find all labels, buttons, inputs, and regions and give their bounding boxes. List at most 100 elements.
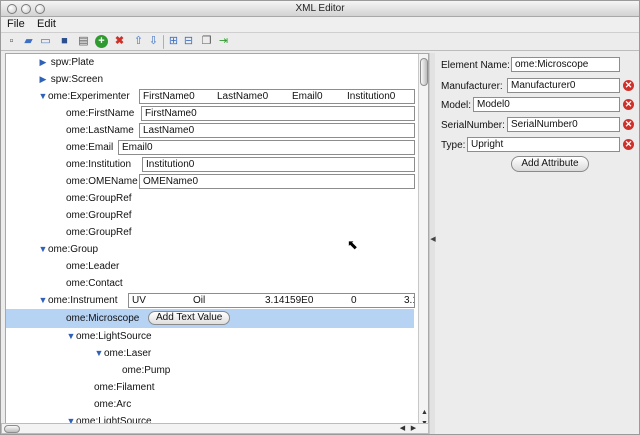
tree-row-lightsource[interactable]: ▼ome:LightSource xyxy=(6,328,414,345)
collapse-arrow-icon[interactable]: ▼ xyxy=(38,88,48,105)
node-label: ome:Email xyxy=(66,142,114,153)
pane-splitter[interactable]: ◀ xyxy=(429,53,436,434)
tree-row-microscope-selected[interactable]: ome:Microscope Add Text Value xyxy=(6,309,414,328)
menu-edit[interactable]: Edit xyxy=(37,18,56,30)
collapse-arrow-icon[interactable]: ▼ xyxy=(38,241,48,258)
serialnumber-field[interactable]: SerialNumber0 xyxy=(507,117,620,132)
node-label: ome:Experimenter xyxy=(48,91,130,102)
tree-row-institution[interactable]: ome:Institution Institution0 xyxy=(6,156,415,173)
node-label: ome:GroupRef xyxy=(66,210,132,221)
splitter-arrow-icon[interactable]: ◀ xyxy=(430,235,436,243)
move-down-icon[interactable]: ⇩ xyxy=(147,35,160,48)
tree-horizontal-scrollbar[interactable]: ◀ ▶ xyxy=(1,423,429,434)
remove-attribute-icon[interactable]: ✕ xyxy=(623,119,634,130)
save-icon[interactable]: ■ xyxy=(58,35,71,48)
attribute-label-manufacturer: Manufacturer: xyxy=(441,81,503,92)
institution-field[interactable]: Institution0 xyxy=(142,157,415,172)
new-file-icon[interactable]: ▫ xyxy=(5,35,18,48)
node-label: ome:LightSource xyxy=(76,331,152,342)
add-icon[interactable]: + xyxy=(95,35,108,48)
tree-row-laser[interactable]: ▼ome:Laser xyxy=(6,345,414,362)
xml-editor-window: XML Editor File Edit ▫ ▰ ▭ ■ ▤ + ✖ ⇧ ⇩ ⊞… xyxy=(0,0,640,435)
scroll-left-arrow-icon[interactable]: ◀ xyxy=(398,424,407,433)
horizontal-scroll-thumb[interactable] xyxy=(4,425,20,433)
tree-row-groupref[interactable]: ome:GroupRef xyxy=(6,207,414,224)
collapse-arrow-icon[interactable]: ▼ xyxy=(38,292,48,309)
lastname-field[interactable]: LastName0 xyxy=(139,123,415,138)
node-label: ome:GroupRef xyxy=(66,193,132,204)
tree-vertical-scrollbar[interactable]: ▲ ▼ xyxy=(418,54,428,430)
mouse-pointer-icon: ⬉ xyxy=(347,237,358,252)
tree-row-screen[interactable]: ▶ spw:Screen xyxy=(6,71,414,88)
scroll-right-arrow-icon[interactable]: ▶ xyxy=(409,424,418,433)
node-label: ome:Filament xyxy=(94,382,155,393)
tree-row-groupref[interactable]: ome:GroupRef xyxy=(6,190,414,207)
move-up-icon[interactable]: ⇧ xyxy=(132,35,145,48)
tree-row-email[interactable]: ome:Email Email0 xyxy=(6,139,415,156)
element-name-field[interactable]: ome:Microscope xyxy=(511,57,620,72)
node-label: ome:Institution xyxy=(66,159,132,170)
value-oil: Oil xyxy=(193,295,206,306)
attribute-label-model: Model: xyxy=(441,100,472,111)
scroll-up-arrow-icon[interactable]: ▲ xyxy=(420,408,428,417)
toolbar: ▫ ▰ ▭ ■ ▤ + ✖ ⇧ ⇩ ⊞ ⊟ ❐ ⇥ xyxy=(1,33,639,51)
vertical-scroll-thumb[interactable] xyxy=(420,58,428,86)
tree-row-instrument[interactable]: ▼ome:Instrument UV Oil 3.14159E0 0 3.1 xyxy=(6,292,415,309)
add-attribute-button[interactable]: Add Attribute xyxy=(511,156,589,172)
type-field[interactable]: Upright xyxy=(467,137,620,152)
node-label: spw:Screen xyxy=(50,74,104,85)
tree-row-arc[interactable]: ome:Arc xyxy=(6,396,414,413)
open-folder-icon[interactable]: ▰ xyxy=(22,35,35,48)
manufacturer-field[interactable]: Manufacturer0 xyxy=(507,78,620,93)
merge-icon[interactable]: ⊞ xyxy=(167,35,180,48)
collapse-arrow-icon[interactable]: ▼ xyxy=(94,345,104,362)
add-text-value-button[interactable]: Add Text Value xyxy=(148,311,231,325)
tree-row-filament[interactable]: ome:Filament xyxy=(6,379,414,396)
attribute-label-serialnumber: SerialNumber: xyxy=(441,120,505,131)
omename-field[interactable]: OMEName0 xyxy=(139,174,415,189)
split-icon[interactable]: ⊟ xyxy=(182,35,195,48)
tree-row-lastname[interactable]: ome:LastName LastName0 xyxy=(6,122,415,139)
copy-icon[interactable]: ❐ xyxy=(200,35,213,48)
toolbar-separator xyxy=(163,35,164,49)
firstname-field[interactable]: FirstName0 xyxy=(141,106,415,121)
export-icon[interactable]: ⇥ xyxy=(217,35,230,48)
expand-arrow-icon[interactable]: ▶ xyxy=(38,54,48,71)
tree-row-pump[interactable]: ome:Pump xyxy=(6,362,414,379)
remove-icon[interactable]: ✖ xyxy=(113,35,126,48)
model-field[interactable]: Model0 xyxy=(473,97,620,112)
node-label: ome:Laser xyxy=(104,348,152,359)
value-zero: 0 xyxy=(351,295,357,306)
tree-row-omename[interactable]: ome:OMEName OMEName0 xyxy=(6,173,415,190)
value-email: Email0 xyxy=(292,91,323,102)
node-label: ome:Contact xyxy=(66,278,123,289)
attribute-label-type: Type: xyxy=(441,140,466,151)
remove-attribute-icon[interactable]: ✕ xyxy=(623,139,634,150)
window-title: XML Editor xyxy=(295,3,345,14)
node-label: ome:Arc xyxy=(94,399,132,410)
value-institution: Institution0 xyxy=(347,91,396,102)
open-icon[interactable]: ▭ xyxy=(39,35,52,48)
node-label: ome:FirstName xyxy=(66,108,135,119)
remove-attribute-icon[interactable]: ✕ xyxy=(623,80,634,91)
tree-row-leader[interactable]: ome:Leader xyxy=(6,258,414,275)
tree-row-plate[interactable]: ▶ spw:Plate xyxy=(6,54,414,71)
tree-row-contact[interactable]: ome:Contact xyxy=(6,275,414,292)
instrument-values-field[interactable]: UV Oil 3.14159E0 0 3.1 xyxy=(128,293,415,308)
zoom-window-icon[interactable] xyxy=(35,4,45,14)
value-firstname: FirstName0 xyxy=(143,91,195,102)
node-label: ome:Leader xyxy=(66,261,120,272)
close-window-icon[interactable] xyxy=(7,4,17,14)
collapse-arrow-icon[interactable]: ▼ xyxy=(66,328,76,345)
experimenter-values-field[interactable]: FirstName0 LastName0 Email0 Institution0 xyxy=(139,89,415,104)
email-field[interactable]: Email0 xyxy=(118,140,415,155)
expand-arrow-icon[interactable]: ▶ xyxy=(38,71,48,88)
tree-row-firstname[interactable]: ome:FirstName FirstName0 xyxy=(6,105,415,122)
remove-attribute-icon[interactable]: ✕ xyxy=(623,99,634,110)
print-icon[interactable]: ▤ xyxy=(77,35,90,48)
menu-file[interactable]: File xyxy=(7,18,25,30)
tree-row-experimenter[interactable]: ▼ome:Experimenter FirstName0 LastName0 E… xyxy=(6,88,415,105)
minimize-window-icon[interactable] xyxy=(21,4,31,14)
xml-tree-pane[interactable]: ▶ spw:Plate ▶ spw:Screen ▼ome:Experiment… xyxy=(5,53,429,431)
value-truncated: 3.1 xyxy=(404,295,414,306)
